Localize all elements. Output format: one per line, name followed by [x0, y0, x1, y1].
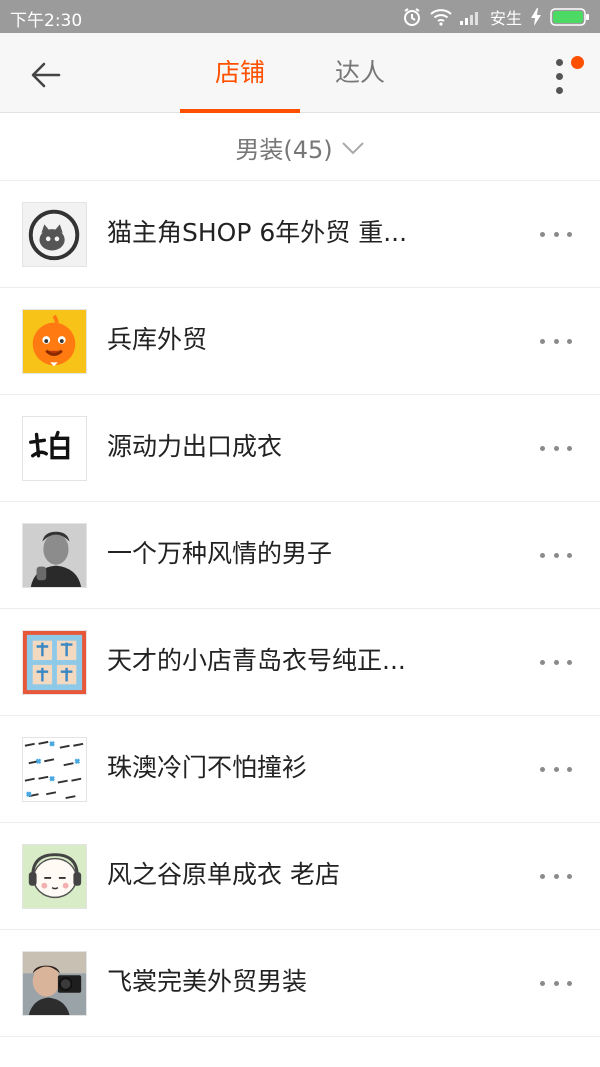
orange-mascot-logo — [22, 309, 87, 374]
tab-shop[interactable]: 店铺 — [180, 53, 300, 93]
vertical-dots-icon — [556, 59, 563, 66]
item-more-button[interactable] — [536, 971, 576, 995]
signal-icon — [459, 9, 482, 25]
vertical-dot — [556, 87, 563, 94]
battery-icon — [550, 7, 590, 26]
item-more-button[interactable] — [536, 329, 576, 353]
vertical-dot — [556, 73, 563, 80]
back-arrow-icon — [31, 62, 61, 88]
shop-name: 猫主角SHOP 6年外贸 重... — [107, 218, 408, 247]
top-nav-bar: 店铺 达人 — [0, 33, 600, 113]
shop-name: 兵库外贸 — [107, 325, 208, 354]
active-tab-indicator — [180, 109, 300, 113]
item-more-button[interactable] — [536, 222, 576, 246]
cartoon-headphones-avatar — [22, 844, 87, 909]
shop-list-item[interactable]: 珠澳冷门不怕撞衫 — [0, 716, 600, 823]
category-filter-label: 男装(45) — [235, 135, 333, 164]
shop-name: 源动力出口成衣 — [107, 432, 283, 461]
item-more-button[interactable] — [536, 864, 576, 888]
status-bar: 下午2:30 安生 — [0, 0, 600, 33]
shop-list-item[interactable]: 天才的小店青岛衣号纯正... — [0, 609, 600, 716]
chevron-down-icon — [341, 141, 365, 155]
notification-badge — [571, 56, 584, 69]
category-filter[interactable]: 男装(45) — [0, 114, 600, 181]
man-portrait-photo — [22, 523, 87, 588]
shop-name: 天才的小店青岛衣号纯正... — [107, 646, 406, 675]
tab-talent[interactable]: 达人 — [300, 53, 420, 93]
shop-list-item[interactable]: 兵库外贸 — [0, 288, 600, 395]
zhuao-pattern-logo — [22, 737, 87, 802]
tiancai-xiaodian-logo — [22, 630, 87, 695]
item-more-button[interactable] — [536, 650, 576, 674]
shop-name: 飞裳完美外贸男装 — [107, 967, 308, 996]
wifi-icon — [430, 8, 452, 26]
more-options-button[interactable] — [545, 55, 585, 101]
shop-name: 珠澳冷门不怕撞衫 — [107, 753, 308, 782]
item-more-button[interactable] — [536, 436, 576, 460]
shop-list-item[interactable]: 风之谷原单成衣 老店 — [0, 823, 600, 930]
shop-list-item[interactable]: 源动力出口成衣 — [0, 395, 600, 502]
shop-list-item[interactable]: 一个万种风情的男子 — [0, 502, 600, 609]
shop-name: 一个万种风情的男子 — [107, 539, 333, 568]
shop-list-item[interactable]: 飞裳完美外贸男装 — [0, 930, 600, 1037]
back-button[interactable] — [26, 55, 66, 95]
laobai-calligraphy-logo — [22, 416, 87, 481]
carrier-label: 安生 — [489, 8, 522, 28]
black-cat-logo — [22, 202, 87, 267]
shop-name: 风之谷原单成衣 老店 — [107, 860, 340, 889]
item-more-button[interactable] — [536, 757, 576, 781]
status-icons: 安生 — [402, 4, 590, 29]
alarm-icon — [402, 7, 422, 27]
man-camera-photo — [22, 951, 87, 1016]
status-time: 下午2:30 — [10, 11, 83, 31]
charging-icon — [530, 7, 542, 26]
shop-list: 猫主角SHOP 6年外贸 重... 兵库外贸 源动力出口成衣 一个万种风情的男子… — [0, 181, 600, 1037]
item-more-button[interactable] — [536, 543, 576, 567]
shop-list-item[interactable]: 猫主角SHOP 6年外贸 重... — [0, 181, 600, 288]
